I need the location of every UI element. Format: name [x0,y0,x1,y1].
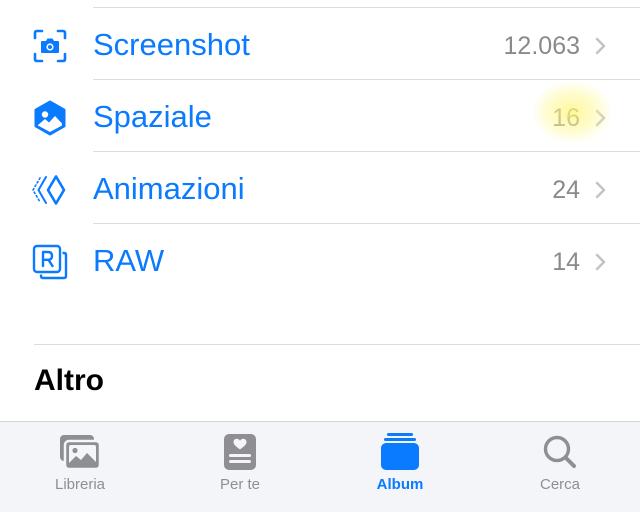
chevron-right-icon [595,109,606,127]
album-row-raw[interactable]: RAW 14 [0,224,640,296]
album-label: RAW [93,243,165,278]
album-label: Animazioni [93,171,245,206]
album-count: 12.063 [503,32,580,60]
album-icon [381,433,419,470]
album-row-spatial[interactable]: Spaziale 16 [0,80,640,152]
chevron-right-icon [595,37,606,55]
search-icon [543,435,576,468]
tab-library[interactable]: Libreria [0,422,160,512]
album-count: 14 [552,248,580,276]
section-title-other: Altro [34,364,104,397]
album-count: 16 [552,104,580,132]
tab-search[interactable]: Cerca [480,422,640,512]
tab-for-you[interactable]: Per te [160,422,320,512]
spatial-icon [34,100,66,136]
section-divider [34,344,640,345]
for-you-icon [224,434,256,470]
screenshot-icon [33,29,67,63]
tab-label: Per te [219,476,261,493]
chevron-right-icon [595,181,606,199]
tab-label: Cerca [539,476,580,493]
tab-label: Libreria [54,476,106,493]
raw-icon [32,244,68,280]
album-row-animations[interactable]: Animazioni 24 [0,152,640,224]
album-label: Spaziale [93,99,212,134]
tab-label: Album [376,476,424,493]
album-count: 24 [552,176,580,204]
album-row-screenshot[interactable]: Screenshot 12.063 [0,8,640,80]
animations-icon [32,175,66,205]
albums-screen: Screenshot 12.063 Spaziale 16 Animazioni… [0,0,640,512]
album-label: Screenshot [93,27,250,62]
tab-bar: Libreria Per te Album Cerca [0,421,640,512]
photos-library-icon [60,435,102,471]
chevron-right-icon [595,253,606,271]
tab-album[interactable]: Album [320,422,480,512]
